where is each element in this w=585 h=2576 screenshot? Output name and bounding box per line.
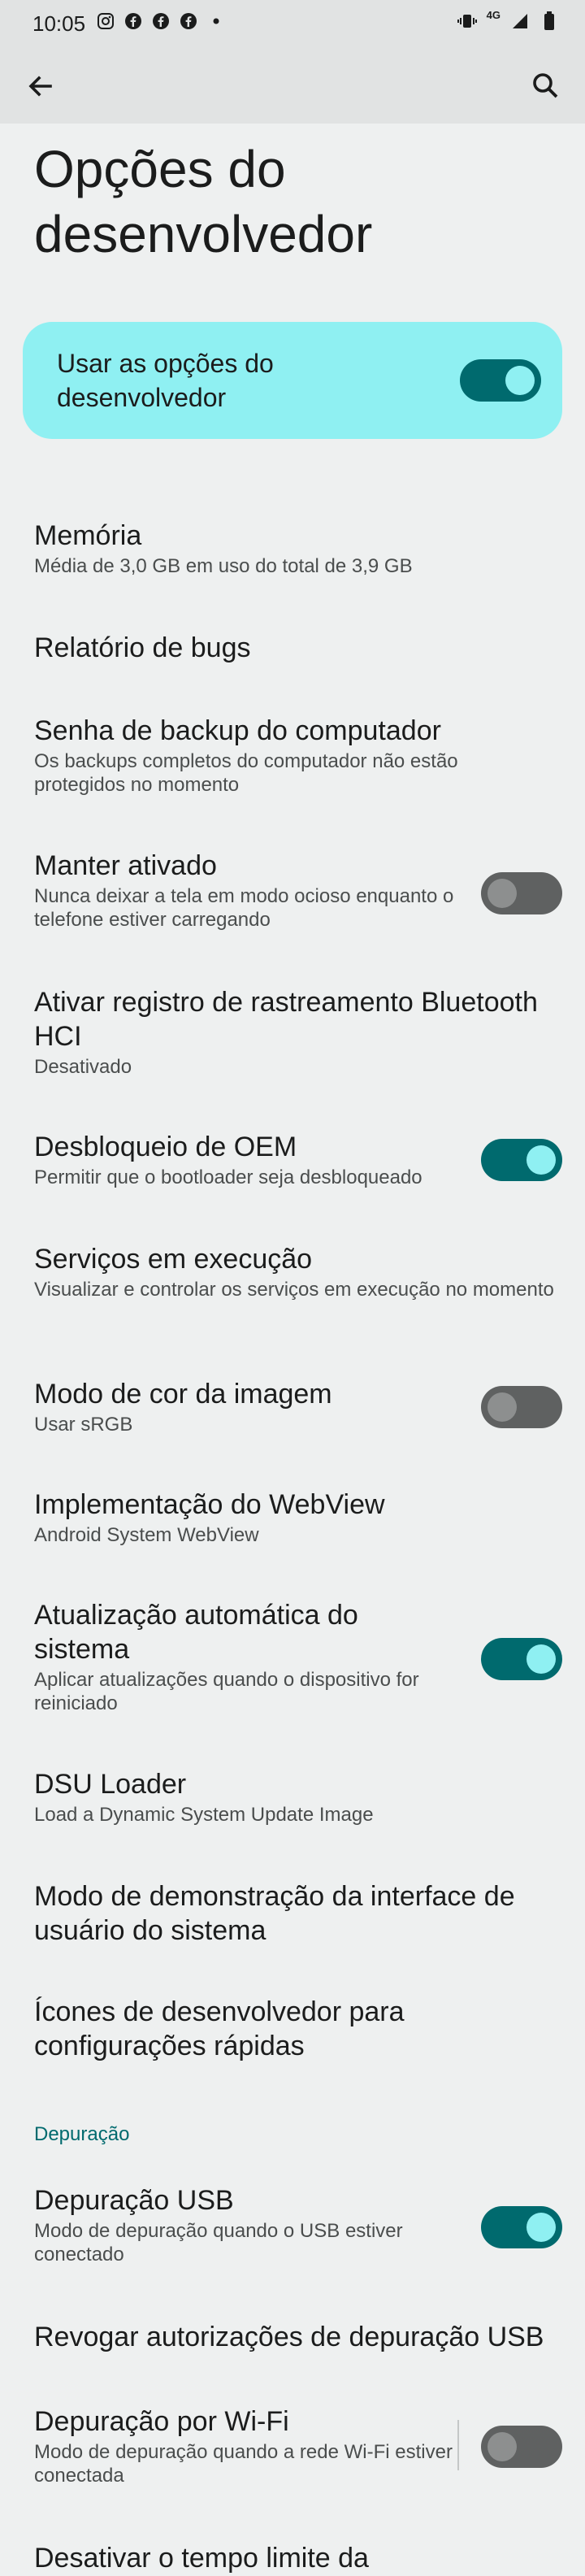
facebook-icon — [179, 11, 198, 31]
system-icons: 4G — [457, 8, 559, 31]
list-item-wifi-debugging[interactable]: Depuração por Wi-Fi Modo de depuração qu… — [34, 2404, 457, 2487]
network-type-label: 4G — [486, 8, 500, 21]
master-switch-card[interactable]: Usar as opções do desenvolvedor — [23, 322, 562, 439]
item-subtitle: Permitir que o bootloader seja desbloque… — [34, 1166, 422, 1188]
signal-icon — [510, 11, 530, 31]
facebook-icon — [151, 11, 171, 31]
oem-unlock-toggle[interactable] — [481, 1139, 562, 1181]
status-bar: 10:05 4G — [0, 0, 585, 46]
master-switch-label: Usar as opções do desenvolvedor — [57, 349, 274, 412]
auto-update-toggle[interactable] — [481, 1638, 562, 1680]
item-title: Senha de backup do computador — [34, 715, 441, 746]
item-subtitle: Desativado — [34, 1056, 132, 1078]
item-subtitle: Android System WebView — [34, 1524, 259, 1546]
list-item-oem-unlock[interactable]: Desbloqueio de OEM Permitir que o bootlo… — [34, 1130, 457, 1189]
master-toggle[interactable] — [460, 359, 541, 402]
list-item-bluetooth-hci[interactable]: Ativar registro de rastreamento Bluetoot… — [34, 985, 554, 1079]
list-item-disable-timeout[interactable]: Desativar o tempo limite da — [34, 2541, 554, 2575]
list-item-memory[interactable]: Memória Média de 3,0 GB em uso do total … — [34, 519, 554, 578]
notification-icons — [96, 11, 226, 31]
item-title: Ícones de desenvolvedor para configuraçõ… — [34, 1996, 405, 2061]
item-subtitle: Modo de depuração quando a rede Wi-Fi es… — [34, 2441, 453, 2487]
search-button[interactable] — [526, 67, 566, 106]
list-item-stay-awake[interactable]: Manter ativado Nunca deixar a tela em mo… — [34, 849, 457, 932]
item-title: Desbloqueio de OEM — [34, 1132, 297, 1162]
list-item-backup-password[interactable]: Senha de backup do computador Os backups… — [34, 714, 554, 797]
item-subtitle: Modo de depuração quando o USB estiver c… — [34, 2220, 403, 2265]
item-title: DSU Loader — [34, 1769, 187, 1800]
item-subtitle: Usar sRGB — [34, 1414, 133, 1436]
list-item-webview[interactable]: Implementação do WebView Android System … — [34, 1488, 554, 1547]
item-title: Manter ativado — [34, 850, 217, 881]
back-button[interactable] — [21, 67, 60, 106]
toggle-knob — [488, 2432, 517, 2461]
item-title: Implementação do WebView — [34, 1489, 385, 1520]
toggle-knob — [526, 1145, 556, 1175]
toggle-knob — [488, 879, 517, 908]
item-title: Atualização automática do sistema — [34, 1600, 358, 1665]
list-item-demo-mode[interactable]: Modo de demonstração da interface de usu… — [34, 1879, 554, 1948]
list-item-running-services[interactable]: Serviços em execução Visualizar e contro… — [34, 1242, 554, 1301]
item-title: Serviços em execução — [34, 1244, 313, 1275]
item-title: Revogar autorizações de depuração USB — [34, 2322, 544, 2352]
color-mode-toggle[interactable] — [481, 1386, 562, 1428]
item-subtitle: Nunca deixar a tela em modo ocioso enqua… — [34, 885, 454, 931]
arrow-left-icon — [28, 76, 52, 97]
vibrate-icon — [457, 11, 477, 31]
item-title: Memória — [34, 520, 142, 551]
toggle-knob — [488, 1392, 517, 1422]
wifi-debugging-divider — [457, 2420, 459, 2470]
item-subtitle: Load a Dynamic System Update Image — [34, 1804, 374, 1826]
list-item-usb-debugging[interactable]: Depuração USB Modo de depuração quando o… — [34, 2183, 457, 2266]
item-title: Depuração USB — [34, 2185, 234, 2216]
wifi-debugging-toggle[interactable] — [481, 2426, 562, 2468]
instagram-icon — [96, 11, 115, 31]
item-subtitle: Média de 3,0 GB em uso do total de 3,9 G… — [34, 555, 413, 577]
item-subtitle: Visualizar e controlar os serviços em ex… — [34, 1279, 554, 1301]
section-header-debugging: Depuração — [34, 2123, 130, 2145]
list-item-color-mode[interactable]: Modo de cor da imagem Usar sRGB — [34, 1377, 457, 1436]
list-item-dsu-loader[interactable]: DSU Loader Load a Dynamic System Update … — [34, 1767, 554, 1827]
item-title: Depuração por Wi-Fi — [34, 2406, 289, 2437]
page-title: Opções do desenvolvedor — [34, 140, 373, 263]
facebook-icon — [124, 11, 143, 31]
item-subtitle: Aplicar atualizações quando o dispositiv… — [34, 1669, 419, 1714]
item-title: Desativar o tempo limite da — [34, 2543, 369, 2574]
usb-debugging-toggle[interactable] — [481, 2206, 562, 2248]
battery-icon — [540, 11, 559, 31]
app-bar — [0, 46, 585, 124]
status-time: 10:05 — [32, 11, 86, 36]
list-item-bug-report[interactable]: Relatório de bugs — [34, 631, 554, 665]
item-title: Ativar registro de rastreamento Bluetoot… — [34, 987, 538, 1052]
list-item-revoke-usb-auth[interactable]: Revogar autorizações de depuração USB — [34, 2320, 554, 2354]
toggle-knob — [526, 1644, 556, 1674]
search-icon — [533, 73, 558, 98]
toggle-knob — [505, 366, 535, 395]
item-title: Modo de demonstração da interface de usu… — [34, 1881, 515, 1946]
list-item-quick-settings-tiles[interactable]: Ícones de desenvolvedor para configuraçõ… — [34, 1995, 554, 2063]
toggle-knob — [526, 2213, 556, 2242]
list-item-auto-update[interactable]: Atualização automática do sistema Aplica… — [34, 1598, 457, 1715]
dot-icon — [206, 11, 226, 31]
stay-awake-toggle[interactable] — [481, 872, 562, 914]
item-title: Modo de cor da imagem — [34, 1379, 332, 1410]
item-subtitle: Os backups completos do computador não e… — [34, 750, 458, 796]
item-title: Relatório de bugs — [34, 632, 251, 663]
